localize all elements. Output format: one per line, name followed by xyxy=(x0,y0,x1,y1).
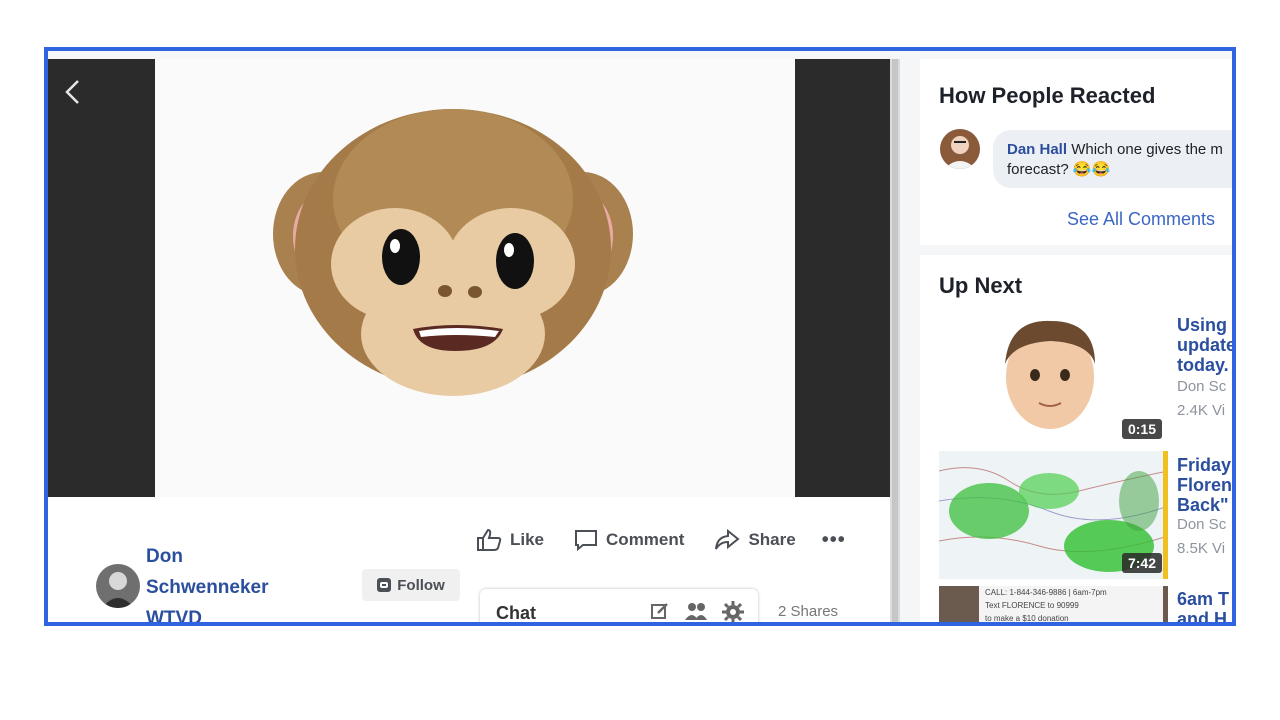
comment-text-line2: forecast? 😂😂 xyxy=(1007,161,1111,178)
video-thumbnail[interactable]: 0:15 xyxy=(939,309,1168,445)
share-button[interactable]: Share xyxy=(714,529,796,551)
comment-icon xyxy=(575,530,598,551)
reactions-panel: How People Reacted Dan Hall Which one gi… xyxy=(920,59,1232,245)
video-frame[interactable] xyxy=(155,59,795,497)
chat-bar[interactable]: Chat xyxy=(480,589,758,623)
chevron-left-icon[interactable] xyxy=(62,79,88,105)
comment-button[interactable]: Comment xyxy=(574,529,684,551)
thumbnail-text: CALL: 1-844-346-9886 | 6am-7pm xyxy=(985,588,1107,597)
thumbnail-text: to make a $10 donation xyxy=(985,614,1069,623)
see-all-comments-link[interactable]: See All Comments xyxy=(1067,209,1215,230)
up-next-video-title[interactable]: 6am T and H xyxy=(1177,589,1232,622)
comment-label: Comment xyxy=(606,530,685,549)
post-footer: Don Schwenneker WTVD Follow Like Comment… xyxy=(48,497,890,623)
follow-button[interactable]: Follow xyxy=(362,569,460,601)
up-next-video-title[interactable]: Using update today. xyxy=(1177,315,1232,375)
video-duration: 7:42 xyxy=(1121,553,1162,573)
chat-label[interactable]: Chat xyxy=(496,603,536,622)
donation-card: CALL: 1-844-346-9886 | 6am-7pm Text FLOR… xyxy=(979,586,1163,623)
post-actions: Like Comment Share ••• xyxy=(476,525,846,555)
comment-author[interactable]: Dan Hall xyxy=(1007,141,1067,158)
follow-label: Follow xyxy=(397,576,445,594)
more-options-icon[interactable]: ••• xyxy=(822,529,846,552)
up-next-video-title[interactable]: Friday Floren Back" xyxy=(1177,455,1232,515)
video-duration: 0:15 xyxy=(1121,419,1162,439)
chat-icons xyxy=(650,601,744,623)
scrollbar[interactable] xyxy=(890,59,900,622)
thumbnail-text: Text FLORENCE to 90999 xyxy=(985,601,1079,610)
scrollbar-thumb[interactable] xyxy=(892,59,898,622)
follow-icon xyxy=(377,578,392,592)
up-next-panel: Up Next 0:15 Using update today. Don Sc … xyxy=(920,255,1232,623)
like-button[interactable]: Like xyxy=(476,528,544,552)
share-icon xyxy=(715,529,741,550)
like-label: Like xyxy=(510,530,545,549)
author-name-line[interactable]: Don xyxy=(146,541,346,572)
author-name[interactable]: Don Schwenneker WTVD xyxy=(146,541,346,622)
up-next-title: Up Next xyxy=(939,273,1023,298)
people-icon[interactable] xyxy=(684,601,708,621)
monkey-emoji-image xyxy=(273,109,633,396)
comment-bubble: Dan Hall Which one gives the m forecast?… xyxy=(993,130,1232,188)
video-thumbnail[interactable]: 7:42 xyxy=(939,451,1168,579)
app-frame: Don Schwenneker WTVD Follow Like Comment… xyxy=(44,47,1236,626)
author-name-line[interactable]: Schwenneker xyxy=(146,572,346,603)
author-name-line[interactable]: WTVD xyxy=(146,603,346,622)
compose-icon[interactable] xyxy=(650,601,670,621)
reactions-title: How People Reacted xyxy=(939,83,1156,108)
up-next-video-meta: Don Sc 2.4K Vi xyxy=(1177,378,1227,419)
up-next-video-meta: Don Sc 8.5K Vi xyxy=(1177,516,1227,557)
commenter-avatar[interactable] xyxy=(940,129,980,169)
share-label: Share xyxy=(748,530,796,549)
video-player[interactable] xyxy=(48,59,890,497)
gear-icon[interactable] xyxy=(722,601,744,623)
shares-count[interactable]: 2 Shares xyxy=(778,603,838,620)
comment-text-line1: Which one gives the m xyxy=(1071,141,1223,158)
video-thumbnail[interactable]: CALL: 1-844-346-9886 | 6am-7pm Text FLOR… xyxy=(939,586,1168,623)
thumbs-up-icon xyxy=(477,528,502,551)
author-avatar[interactable] xyxy=(96,564,140,608)
